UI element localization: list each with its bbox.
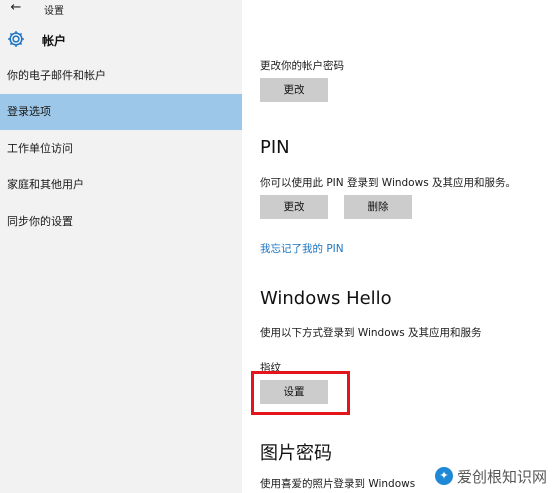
app-title: 设置 bbox=[44, 6, 64, 17]
title-bar: ← 设置 bbox=[0, 0, 242, 18]
picture-password-description: 使用喜爱的照片登录到 Windows bbox=[260, 478, 416, 490]
main-content: 更改你的帐户密码 更改 PIN 你可以使用此 PIN 登录到 Windows 及… bbox=[242, 0, 555, 493]
page-title: 帐户 bbox=[42, 34, 67, 48]
back-arrow-icon[interactable]: ← bbox=[8, 0, 24, 16]
change-password-button[interactable]: 更改 bbox=[260, 78, 328, 102]
sidebar-item-work-access[interactable]: 工作单位访问 bbox=[0, 131, 242, 167]
sidebar-item-email-accounts[interactable]: 你的电子邮件和帐户 bbox=[0, 58, 242, 94]
forgot-pin-link[interactable]: 我忘记了我的 PIN bbox=[260, 241, 344, 256]
picture-password-title: 图片密码 bbox=[260, 443, 332, 464]
gear-icon bbox=[8, 31, 24, 47]
watermark: ✦ 爱创根知识网 bbox=[434, 465, 547, 487]
watermark-text: 爱创根知识网 bbox=[456, 467, 547, 486]
windows-hello-description: 使用以下方式登录到 Windows 及其应用和服务 bbox=[260, 327, 482, 339]
highlight-box bbox=[251, 371, 350, 415]
pin-section-title: PIN bbox=[260, 137, 290, 158]
windows-hello-title: Windows Hello bbox=[260, 288, 392, 309]
pin-description: 你可以使用此 PIN 登录到 Windows 及其应用和服务。 bbox=[260, 177, 517, 189]
remove-pin-button[interactable]: 删除 bbox=[344, 195, 412, 219]
sidebar-item-sign-in-options[interactable]: 登录选项 bbox=[0, 94, 242, 130]
sidebar-item-sync-settings[interactable]: 同步你的设置 bbox=[0, 204, 242, 240]
page-header: 帐户 bbox=[0, 26, 242, 54]
password-description: 更改你的帐户密码 bbox=[260, 60, 344, 72]
change-pin-button[interactable]: 更改 bbox=[260, 195, 328, 219]
sidebar: ← 设置 帐户 你的电子邮件和帐户 登录选项 工作单位访问 家庭和其他用户 同步… bbox=[0, 0, 242, 493]
sidebar-item-family-users[interactable]: 家庭和其他用户 bbox=[0, 167, 242, 203]
watermark-logo-icon: ✦ bbox=[434, 467, 453, 485]
